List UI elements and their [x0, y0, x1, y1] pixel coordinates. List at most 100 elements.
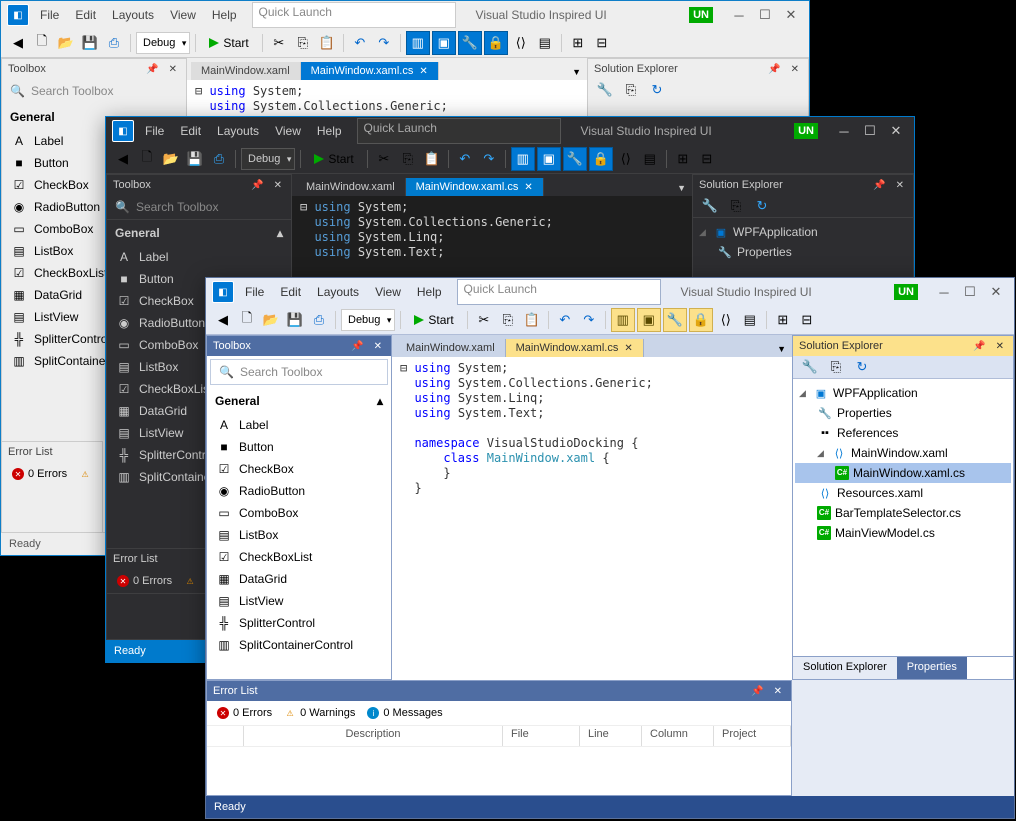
tab-cs[interactable]: MainWindow.xaml.cs✕: [406, 178, 544, 196]
save-all-icon[interactable]: ⎙: [208, 148, 230, 170]
menu-layouts[interactable]: Layouts: [310, 281, 366, 303]
redo-icon[interactable]: ↷: [578, 309, 600, 331]
tab-cs[interactable]: MainWindow.xaml.cs✕: [506, 339, 644, 357]
close-icon[interactable]: ✕: [788, 64, 802, 75]
undo-icon[interactable]: ↶: [454, 148, 476, 170]
toolbox-item-label[interactable]: ALabel: [207, 414, 391, 436]
tree-mainxaml[interactable]: ◢⟨⟩MainWindow.xaml: [795, 443, 1011, 463]
window-icon-1[interactable]: ⊞: [772, 309, 794, 331]
menu-edit[interactable]: Edit: [68, 4, 103, 26]
toolbox-item-listview[interactable]: ▤ListView: [207, 590, 391, 612]
close-icon[interactable]: ✕: [993, 341, 1007, 352]
layout-btn-6[interactable]: ▤: [534, 32, 556, 54]
tab-xaml[interactable]: MainWindow.xaml: [191, 62, 301, 80]
tab-cs[interactable]: MainWindow.xaml.cs✕: [301, 62, 439, 80]
save-all-icon[interactable]: ⎙: [308, 309, 330, 331]
layout-btn-2[interactable]: ▣: [637, 308, 661, 332]
menu-view[interactable]: View: [163, 4, 203, 26]
refresh-icon[interactable]: ↻: [646, 79, 668, 101]
toolbox-item-datagrid[interactable]: ▦DataGrid: [207, 568, 391, 590]
redo-icon[interactable]: ↷: [478, 148, 500, 170]
col-column[interactable]: Column: [642, 726, 714, 746]
back-icon[interactable]: ◀: [112, 148, 134, 170]
menu-edit[interactable]: Edit: [273, 281, 308, 303]
menu-help[interactable]: Help: [205, 4, 244, 26]
toolbox-item-listbox[interactable]: ▤ListBox: [207, 524, 391, 546]
start-button[interactable]: Start: [201, 32, 256, 54]
warnings-filter[interactable]: ⚠0 Warnings: [284, 707, 355, 719]
window-icon-2[interactable]: ⊟: [591, 32, 613, 54]
toolbox-item-radiobutton[interactable]: ◉RadioButton: [207, 480, 391, 502]
cut-icon[interactable]: ✂: [373, 148, 395, 170]
layout-btn-4[interactable]: 🔒: [589, 147, 613, 171]
save-icon[interactable]: 💾: [284, 309, 306, 331]
copy-icon[interactable]: ⎘: [620, 79, 642, 101]
layout-btn-3[interactable]: 🔧: [458, 31, 482, 55]
tab-close-icon[interactable]: ✕: [419, 66, 427, 77]
layout-btn-1[interactable]: ▥: [406, 31, 430, 55]
chevron-up-icon[interactable]: ▴: [377, 394, 383, 408]
save-icon[interactable]: 💾: [184, 148, 206, 170]
undo-icon[interactable]: ↶: [554, 309, 576, 331]
close-icon[interactable]: ✕: [271, 180, 285, 191]
minimize-button[interactable]: ─: [832, 121, 856, 141]
config-dropdown[interactable]: Debug: [341, 309, 395, 331]
toolbox-item-label[interactable]: ALabel: [107, 246, 291, 268]
layout-btn-6[interactable]: ▤: [639, 148, 661, 170]
tab-xaml[interactable]: MainWindow.xaml: [296, 178, 406, 196]
toolbox-item-splittercontrol[interactable]: ╬SplitterControl: [207, 612, 391, 634]
new-file-icon[interactable]: 🗋: [236, 309, 258, 331]
tab-overflow-icon[interactable]: ▼: [671, 180, 692, 196]
menu-view[interactable]: View: [268, 120, 308, 142]
toolbox-item-combobox[interactable]: ▭ComboBox: [207, 502, 391, 524]
toolbox-item-button[interactable]: ■Button: [207, 436, 391, 458]
layout-btn-4[interactable]: 🔒: [484, 31, 508, 55]
minimize-button[interactable]: ─: [727, 5, 751, 25]
tree-properties[interactable]: 🔧Properties: [695, 242, 911, 262]
paste-icon[interactable]: 📋: [521, 309, 543, 331]
errors-filter[interactable]: ✕0 Errors: [217, 707, 272, 719]
layout-btn-4[interactable]: 🔒: [689, 308, 713, 332]
layout-btn-1[interactable]: ▥: [511, 147, 535, 171]
minimize-button[interactable]: ─: [932, 282, 956, 302]
pin-icon[interactable]: 📌: [765, 64, 783, 75]
tab-close-icon[interactable]: ✕: [624, 343, 632, 354]
col-file[interactable]: File: [503, 726, 580, 746]
messages-filter[interactable]: i0 Messages: [367, 707, 442, 719]
paste-icon[interactable]: 📋: [316, 32, 338, 54]
layout-btn-3[interactable]: 🔧: [663, 308, 687, 332]
layout-btn-5[interactable]: ⟨⟩: [715, 309, 737, 331]
window-icon-2[interactable]: ⊟: [696, 148, 718, 170]
layout-btn-3[interactable]: 🔧: [563, 147, 587, 171]
back-icon[interactable]: ◀: [7, 32, 29, 54]
window-icon-2[interactable]: ⊟: [796, 309, 818, 331]
undo-icon[interactable]: ↶: [349, 32, 371, 54]
pin-icon[interactable]: 📌: [870, 180, 888, 191]
close-button[interactable]: ✕: [884, 121, 908, 141]
tab-close-icon[interactable]: ✕: [524, 182, 532, 193]
redo-icon[interactable]: ↷: [373, 32, 395, 54]
toolbox-item-checkboxlist[interactable]: ☑CheckBoxList: [207, 546, 391, 568]
paste-icon[interactable]: 📋: [421, 148, 443, 170]
close-button[interactable]: ✕: [779, 5, 803, 25]
tree-project[interactable]: ◢▣WPFApplication: [695, 222, 911, 242]
toolbox-search[interactable]: 🔍Search Toolbox: [210, 359, 388, 385]
refresh-icon[interactable]: ↻: [851, 356, 873, 378]
copy-icon[interactable]: ⎘: [397, 148, 419, 170]
save-all-icon[interactable]: ⎙: [103, 32, 125, 54]
window-icon-1[interactable]: ⊞: [672, 148, 694, 170]
menu-edit[interactable]: Edit: [173, 120, 208, 142]
col-project[interactable]: Project: [714, 726, 791, 746]
tab-overflow-icon[interactable]: ▼: [771, 341, 792, 357]
pin-icon[interactable]: 📌: [970, 341, 988, 352]
menu-file[interactable]: File: [33, 4, 66, 26]
wrench-icon[interactable]: 🔧: [594, 79, 616, 101]
config-dropdown[interactable]: Debug: [241, 148, 295, 170]
close-icon[interactable]: ✕: [371, 341, 385, 352]
menu-layouts[interactable]: Layouts: [105, 4, 161, 26]
tree-mainvm[interactable]: C#MainViewModel.cs: [795, 523, 1011, 543]
code-editor[interactable]: ⊟ using System; using System.Collections…: [392, 357, 792, 680]
open-folder-icon[interactable]: 📂: [160, 148, 182, 170]
window-icon-1[interactable]: ⊞: [567, 32, 589, 54]
pin-icon[interactable]: 📌: [248, 180, 266, 191]
